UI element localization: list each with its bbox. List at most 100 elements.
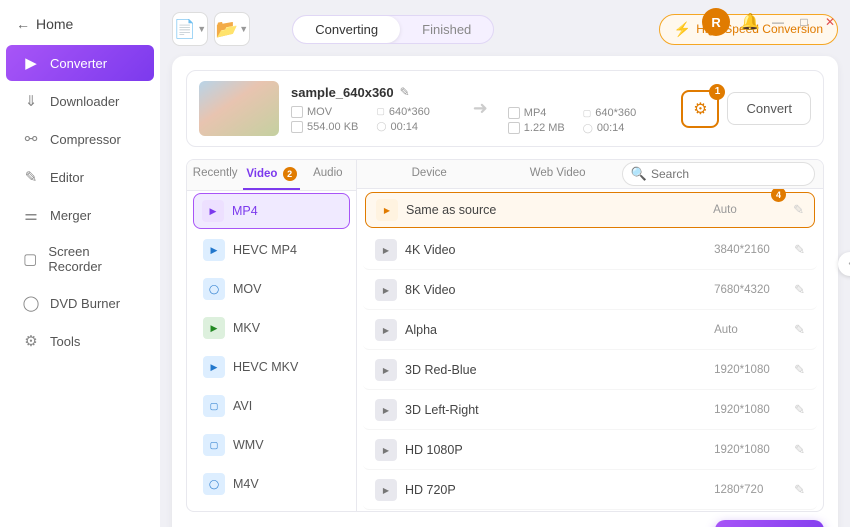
format-tabs: Recently Video 2 Audio — [187, 160, 356, 191]
source-size: 554.00 KB — [307, 121, 358, 133]
tools-icon: ⚙ — [22, 332, 40, 350]
sidebar-back[interactable]: ← Home — [0, 8, 160, 44]
titlebar: R 🔔 — □ ✕ — [702, 8, 838, 36]
format-select-btn[interactable]: ⚙ 1 — [681, 90, 719, 128]
quality-res: 1280*720 — [714, 484, 794, 496]
quality-item-4k[interactable]: ▶ 4K Video 3840*2160 ✎ — [363, 231, 817, 270]
tab-device[interactable]: Device — [365, 160, 493, 188]
format-badge: 1 — [709, 84, 725, 100]
quality-edit-icon[interactable]: ✎ — [794, 242, 805, 258]
hd-720p-icon: ▶ — [375, 479, 397, 501]
quality-name: 3D Red-Blue — [405, 363, 714, 377]
format-item-hevc-mp4[interactable]: ▶ HEVC MP4 — [191, 231, 352, 269]
start-all-btn[interactable]: Start All — [715, 520, 824, 527]
home-label: Home — [36, 16, 73, 32]
wmv-icon: ▢ — [203, 434, 225, 456]
sidebar: ← Home ▶ Converter ⇓ Downloader ⚯ Compre… — [0, 0, 160, 527]
quality-edit-icon[interactable]: ✎ — [794, 482, 805, 498]
target-size: 1.22 MB — [524, 122, 565, 134]
format-item-wmv[interactable]: ▢ WMV — [191, 426, 352, 464]
bell-icon[interactable]: 🔔 — [740, 12, 760, 32]
format-item-mov[interactable]: ◯ MOV — [191, 270, 352, 308]
sidebar-item-screen-recorder[interactable]: ▢ Screen Recorder — [6, 235, 154, 283]
quality-edit-icon[interactable]: ✎ — [793, 202, 804, 218]
quality-item-8k[interactable]: ▶ 8K Video 7680*4320 ✎ — [363, 271, 817, 310]
format-item-hevc-mkv[interactable]: ▶ HEVC MKV — [191, 348, 352, 386]
tab-audio[interactable]: Audio — [300, 160, 356, 190]
source-res: 640*360 — [389, 106, 430, 118]
tab-converting[interactable]: Converting — [293, 16, 400, 43]
quality-item-same-as-source[interactable]: ▶ Same as source Auto ✎ 4 — [365, 192, 815, 228]
sidebar-item-compressor[interactable]: ⚯ Compressor — [6, 121, 154, 157]
sidebar-item-downloader[interactable]: ⇓ Downloader — [6, 83, 154, 119]
sidebar-item-label: Screen Recorder — [48, 244, 138, 274]
mov-icon: ◯ — [203, 278, 225, 300]
quality-badge: 4 — [771, 189, 786, 202]
quality-item-alpha[interactable]: ▶ Alpha Auto ✎ — [363, 311, 817, 350]
hevc-mkv-icon: ▶ — [203, 356, 225, 378]
mkv-icon: ▶ — [203, 317, 225, 339]
file-edit-icon[interactable]: ✎ — [400, 85, 410, 99]
tab-group: Converting Finished — [292, 15, 494, 44]
content-card: sample_640x360 ✎ MOV 554.00 KB — [172, 56, 838, 527]
target-size-checkbox — [508, 122, 520, 134]
sidebar-item-converter[interactable]: ▶ Converter — [6, 45, 154, 81]
minimize-btn[interactable]: — — [770, 15, 786, 29]
source-checkbox — [291, 106, 303, 118]
quality-edit-icon[interactable]: ✎ — [794, 402, 805, 418]
quality-name: HD 1080P — [405, 443, 714, 457]
tab-finished[interactable]: Finished — [400, 16, 493, 43]
target-format-checkbox — [508, 107, 520, 119]
sidebar-item-editor[interactable]: ✎ Editor — [6, 159, 154, 195]
quality-edit-icon[interactable]: ✎ — [794, 282, 805, 298]
search-icon: 🔍 — [631, 166, 647, 182]
3d-left-right-icon: ▶ — [375, 399, 397, 421]
format-item-mkv[interactable]: ▶ MKV — [191, 309, 352, 347]
sidebar-item-tools[interactable]: ⚙ Tools — [6, 323, 154, 359]
search-bar: 🔍 — [622, 162, 815, 186]
source-meta2: ▢ 640*360 ◯ 00:14 — [376, 106, 430, 133]
3d-red-blue-icon: ▶ — [375, 359, 397, 381]
add-folder-dropdown-icon: ▼ — [239, 24, 248, 34]
sidebar-item-dvd-burner[interactable]: ◯ DVD Burner — [6, 285, 154, 321]
add-file-btn[interactable]: 📄 ▼ — [172, 12, 208, 46]
convert-btn[interactable]: Convert — [727, 92, 811, 125]
add-folder-btn[interactable]: 📂 ▼ — [214, 12, 250, 46]
compressor-icon: ⚯ — [22, 130, 40, 148]
format-right-panel: Device Web Video 🔍 ▶ — [357, 160, 823, 511]
sidebar-item-merger[interactable]: ⚌ Merger — [6, 197, 154, 233]
video-tab-badge: 2 — [283, 167, 297, 181]
source-duration: 00:14 — [390, 121, 418, 133]
quality-name: 3D Left-Right — [405, 403, 714, 417]
quality-edit-icon[interactable]: ✎ — [794, 362, 805, 378]
close-btn[interactable]: ✕ — [822, 15, 838, 29]
source-format: MOV — [307, 106, 332, 118]
tab-video[interactable]: Video 2 — [243, 160, 299, 190]
merger-icon: ⚌ — [22, 206, 40, 224]
thumbnail-img — [199, 81, 279, 136]
quality-name: HD 720P — [405, 483, 714, 497]
tab-recently[interactable]: Recently — [187, 160, 243, 190]
convert-btn-area: ⚙ 1 Convert — [681, 90, 811, 128]
format-item-mp4[interactable]: ▶ MP4 — [193, 193, 350, 229]
format-item-m4v[interactable]: ◯ M4V — [191, 465, 352, 503]
maximize-btn[interactable]: □ — [796, 15, 812, 29]
alpha-icon: ▶ — [375, 319, 397, 341]
quality-item-3d-left-right[interactable]: ▶ 3D Left-Right 1920*1080 ✎ — [363, 391, 817, 430]
quality-item-hd-720p[interactable]: ▶ HD 720P 1280*720 ✎ — [363, 471, 817, 510]
quality-search-input[interactable] — [651, 167, 806, 181]
downloader-icon: ⇓ — [22, 92, 40, 110]
quality-item-3d-red-blue[interactable]: ▶ 3D Red-Blue 1920*1080 ✎ — [363, 351, 817, 390]
target-meta: MP4 1.22 MB ▢ 640*360 — [508, 107, 670, 134]
quality-edit-icon[interactable]: ✎ — [794, 322, 805, 338]
sidebar-item-label: Merger — [50, 208, 91, 223]
sidebar-item-label: Converter — [50, 56, 107, 71]
format-item-avi[interactable]: ▢ AVI — [191, 387, 352, 425]
user-avatar[interactable]: R — [702, 8, 730, 36]
source-size-checkbox — [291, 121, 303, 133]
tab-web-video[interactable]: Web Video — [493, 160, 621, 188]
mp4-icon: ▶ — [202, 200, 224, 222]
bottom-bar: Outp... File D... Start All — [186, 520, 824, 527]
quality-edit-icon[interactable]: ✎ — [794, 442, 805, 458]
quality-item-hd-1080p[interactable]: ▶ HD 1080P 1920*1080 ✎ — [363, 431, 817, 470]
